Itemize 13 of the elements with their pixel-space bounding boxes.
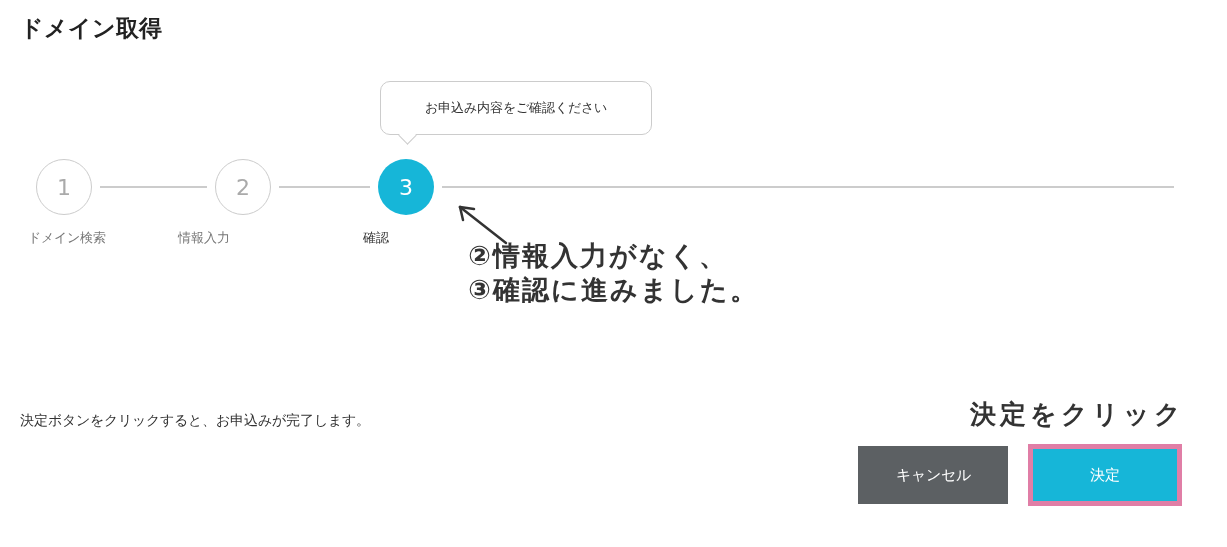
annotation-text: 決定をクリック (970, 398, 1185, 431)
step-circle: 2 (215, 159, 271, 215)
step-circle: 3 (378, 159, 434, 215)
step-label: 情報入力 (178, 229, 230, 247)
step-label: 確認 (362, 229, 389, 247)
page-title: ドメイン取得 (20, 14, 163, 43)
step-label: ドメイン検索 (28, 229, 106, 247)
annotation-text: ②情報入力がなく、 (468, 239, 729, 273)
cancel-button[interactable]: キャンセル (858, 446, 1008, 504)
annotation-text: ③確認に進みました。 (468, 273, 759, 307)
instruction-text: 決定ボタンをクリックすると、お申込みが完了します。 (20, 412, 370, 430)
tooltip: お申込み内容をご確認ください (380, 81, 652, 143)
step-circle: 1 (36, 159, 92, 215)
